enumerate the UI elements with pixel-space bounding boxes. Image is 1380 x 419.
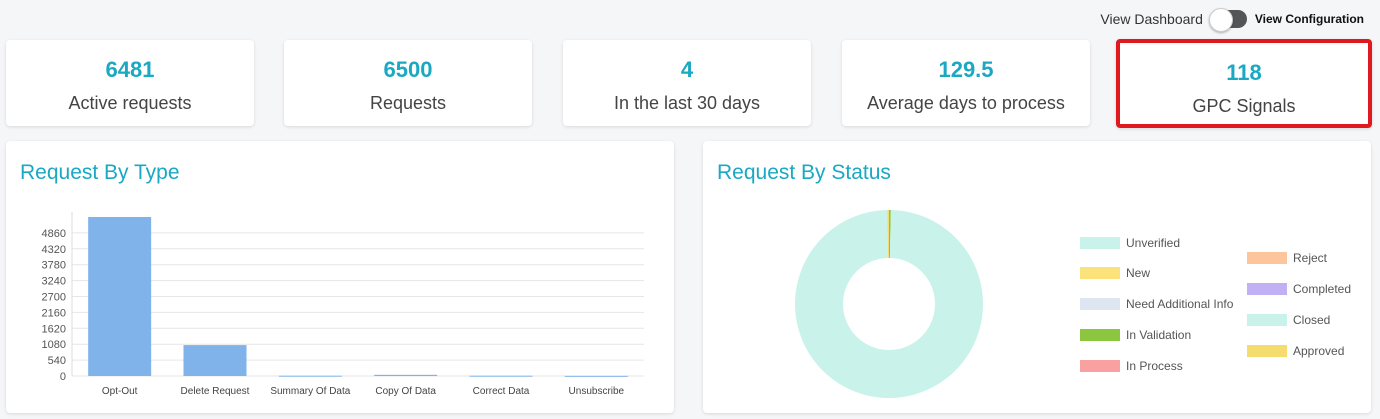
y-tick-label: 2700 <box>42 292 66 304</box>
legend-item[interactable]: In Validation <box>1080 328 1191 342</box>
x-tick-label: Correct Data <box>473 386 530 397</box>
y-tick-label: 3780 <box>42 260 66 272</box>
legend-item[interactable]: Approved <box>1247 344 1344 358</box>
toggle-knob <box>1208 8 1233 32</box>
y-tick-label: 4860 <box>42 228 66 240</box>
legend-label: Need Additional Info <box>1126 297 1234 311</box>
y-tick-label: 540 <box>48 355 66 367</box>
y-tick-label: 2160 <box>42 307 66 319</box>
stat-card-average-days: 129.5 Average days to process <box>842 40 1090 126</box>
request-by-type-chart: 0 540 1080 1620 2160 2700 3240 3780 4320 4860 Opt-… <box>42 212 644 397</box>
x-tick-label: Opt-Out <box>102 386 138 397</box>
y-tick-label: 1080 <box>42 339 66 351</box>
legend-label: Unverified <box>1126 236 1181 250</box>
legend-label: Completed <box>1293 282 1352 296</box>
legend-item[interactable]: Reject <box>1247 251 1327 265</box>
view-toggle-switch[interactable] <box>1208 8 1247 32</box>
y-tick-label: 1620 <box>42 323 66 335</box>
y-tick-label: 0 <box>60 371 66 383</box>
x-tick-label: Copy Of Data <box>375 386 436 397</box>
x-tick-label: Delete Request <box>181 386 250 397</box>
legend-swatch <box>1080 360 1120 372</box>
legend-label: Closed <box>1293 313 1331 327</box>
stat-label: In the last 30 days <box>613 93 761 113</box>
legend-label: New <box>1126 266 1151 280</box>
legend-label: In Process <box>1126 359 1183 373</box>
legend-swatch <box>1247 314 1287 326</box>
stat-label: Requests <box>369 93 447 113</box>
legend-swatch <box>1247 252 1287 264</box>
y-tick-label: 4320 <box>42 244 66 256</box>
legend-item[interactable]: Need Additional Info <box>1080 297 1233 311</box>
stat-label: Average days to process <box>867 93 1065 113</box>
stat-value: 118 <box>1226 60 1262 85</box>
view-toggle-bar: View Dashboard View Configuration <box>1100 8 1364 32</box>
legend-swatch <box>1080 329 1120 341</box>
x-tick-label: Unsubscribe <box>569 386 625 397</box>
legend-item[interactable]: New <box>1080 266 1150 280</box>
legend-swatch <box>1247 345 1287 357</box>
bar[interactable] <box>469 375 533 377</box>
stat-label: GPC Signals <box>1192 96 1296 116</box>
stat-card-last-30-days: 4 In the last 30 days <box>563 40 811 126</box>
legend-label: Approved <box>1293 344 1345 358</box>
bar[interactable] <box>374 374 438 376</box>
stat-value: 6500 <box>383 57 433 82</box>
stat-card-gpc-signals: 118 GPC Signals <box>1116 39 1372 128</box>
bar[interactable] <box>278 375 342 377</box>
x-tick-label: Summary Of Data <box>270 386 350 397</box>
request-by-status-panel: Request By Status Unverified New Need Addi… <box>703 141 1371 413</box>
bar[interactable] <box>183 345 247 376</box>
y-tick-label: 3240 <box>42 276 66 288</box>
stat-label: Active requests <box>68 93 192 113</box>
request-by-status-chart <box>795 210 983 398</box>
legend-swatch <box>1080 267 1120 279</box>
request-by-type-panel: Request By Type 0 540 1080 1620 2160 2700 3240… <box>6 141 674 413</box>
stat-value: 4 <box>680 57 694 82</box>
view-dashboard-label[interactable]: View Dashboard <box>1100 11 1202 27</box>
legend-swatch <box>1247 283 1287 295</box>
stat-value: 129.5 <box>938 57 994 82</box>
legend-item[interactable]: Unverified <box>1080 236 1180 250</box>
stat-card-active-requests: 6481 Active requests <box>6 40 254 126</box>
bar[interactable] <box>564 375 628 377</box>
legend-swatch <box>1080 237 1120 249</box>
legend-item[interactable]: In Process <box>1080 359 1183 373</box>
legend-item[interactable]: Closed <box>1247 313 1330 327</box>
stat-value: 6481 <box>105 57 155 82</box>
legend-label: In Validation <box>1126 328 1192 342</box>
stat-card-requests: 6500 Requests <box>284 40 532 126</box>
legend-label: Reject <box>1293 251 1328 265</box>
legend-swatch <box>1080 298 1120 310</box>
view-configuration-label[interactable]: View Configuration <box>1255 12 1364 26</box>
bar[interactable] <box>88 217 152 376</box>
legend-item[interactable]: Completed <box>1247 282 1351 296</box>
